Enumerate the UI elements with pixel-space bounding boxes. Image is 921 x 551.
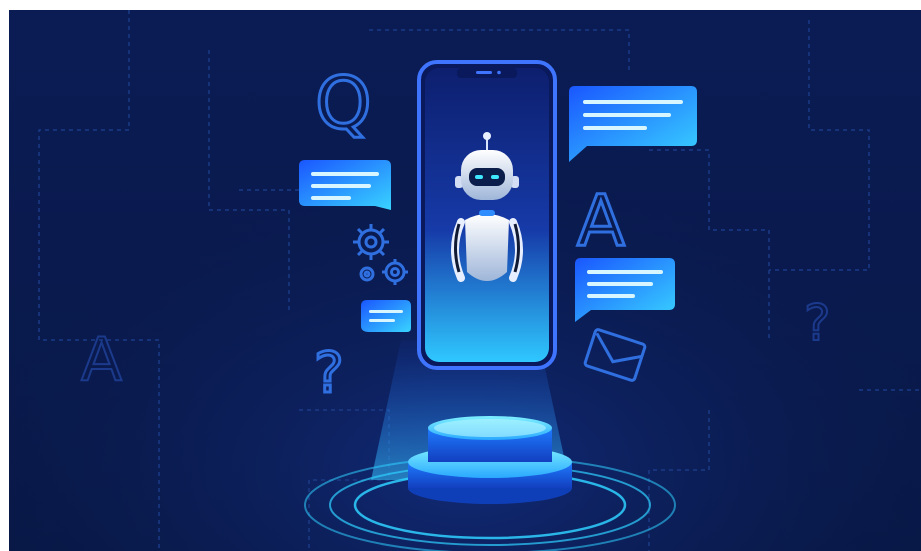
letter-a-icon: A — [577, 180, 625, 262]
chat-bubble-left — [299, 160, 391, 210]
chatbot-illustration: A ? Q A ? — [9, 10, 921, 551]
hologram-pedestal — [408, 416, 572, 504]
chat-bubble-small — [361, 300, 411, 332]
illustration-frame: A ? Q A ? — [0, 0, 921, 551]
faint-letter-a: A — [81, 325, 122, 395]
faint-question-mark: ? — [804, 294, 831, 352]
letter-q-icon: Q — [315, 61, 372, 145]
question-mark-icon: ? — [314, 341, 344, 406]
